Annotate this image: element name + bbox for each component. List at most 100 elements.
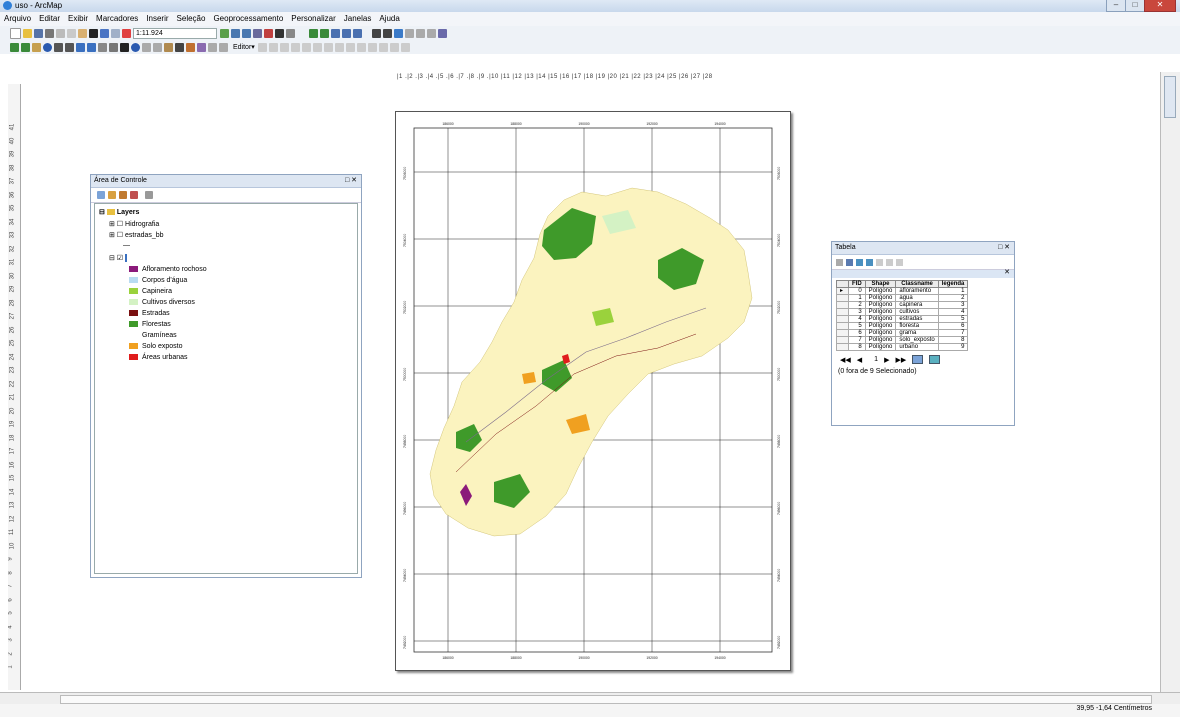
identify-icon[interactable] [131,42,140,52]
table-of-contents-panel[interactable]: Área de Controle □ ✕ ⊟ Layers ⊞ ☐ Hidrog… [90,174,362,578]
legend-item[interactable]: Florestas [129,321,171,328]
legend-item[interactable]: Corpos d'água [129,277,187,284]
editor-toolbar-icon[interactable] [220,28,229,38]
legend-item[interactable]: Áreas urbanas [129,354,188,361]
attributes-icon[interactable] [378,42,388,52]
delete-icon[interactable] [89,28,98,38]
redo-icon[interactable] [111,28,120,38]
close-button[interactable]: ✕ [1144,0,1176,12]
list-by-source-icon[interactable] [108,191,116,199]
menu-ajuda[interactable]: Ajuda [375,12,403,26]
previous-record-button[interactable]: ◀ [857,356,862,364]
table-row[interactable]: 7 Polígono solo_exposto 8 [836,336,969,344]
time-slider-icon[interactable] [208,42,217,52]
column-header-shape[interactable]: Shape [864,280,897,288]
paste-icon[interactable] [78,28,87,38]
print-icon[interactable] [45,28,54,38]
menu-selecao[interactable]: Seleção [173,12,210,26]
scrollbar-thumb[interactable] [60,695,1152,704]
legend-item[interactable]: Solo exposto [129,343,182,350]
next-extent-icon[interactable] [353,28,362,38]
menu-geoprocessamento[interactable]: Geoprocessamento [209,12,287,26]
table-row[interactable]: 6 Polígono grama 7 [836,329,969,337]
table-options-icon[interactable] [836,258,843,266]
hyperlink-icon[interactable] [142,42,151,52]
fixed-zoom-out-icon[interactable] [65,42,74,52]
last-record-button[interactable]: ▶▶ [895,356,906,364]
layer-uso-checkbox[interactable]: ⊟ ☑ [109,254,128,263]
straight-segment-icon[interactable] [279,42,289,52]
maximize-button[interactable]: □ [1125,0,1145,12]
menu-personalizar[interactable]: Personalizar [287,12,339,26]
model-builder-icon[interactable] [286,28,295,38]
row-selector[interactable] [836,315,849,323]
back-icon[interactable] [76,42,85,52]
column-header-classname[interactable]: Classname [895,280,939,288]
menu-inserir[interactable]: Inserir [142,12,172,26]
table-row[interactable]: 2 Polígono capinera 3 [836,301,969,309]
layout-frame-icon[interactable] [438,28,447,38]
row-selector[interactable] [836,329,849,337]
minimize-button[interactable]: – [1106,0,1126,12]
new-document-icon[interactable] [10,27,21,39]
legend-item[interactable]: Gramíneas [129,332,177,339]
edit-annotation-icon[interactable] [268,42,278,52]
close-table-tab-icon[interactable]: ✕ [1004,268,1010,276]
cut-polygons-icon[interactable] [345,42,355,52]
show-all-records-icon[interactable] [912,355,924,364]
toc-window-icon[interactable] [231,28,240,38]
legend-item[interactable]: Afloramento rochoso [129,266,207,273]
row-selector[interactable] [836,343,849,351]
row-selector[interactable] [836,301,849,309]
open-folder-icon[interactable] [23,28,32,38]
editor-menu[interactable]: Editor▾ [233,43,255,51]
tabela-title-bar[interactable]: Tabela □ ✕ [832,242,1014,255]
row-selector[interactable] [836,308,849,316]
table-row[interactable]: 1 Polígono agua 2 [836,294,969,302]
next-record-button[interactable]: ▶ [884,356,889,364]
tabela-window-controls[interactable]: □ ✕ [998,242,1010,254]
edit-vertices-icon[interactable] [323,42,333,52]
split-icon[interactable] [356,42,366,52]
legend-item[interactable]: Capineira [129,288,172,295]
find-icon[interactable] [175,42,184,52]
zoom-to-selected-icon[interactable] [886,258,893,266]
attribute-table-panel[interactable]: Tabela □ ✕ ✕ FID Shape Classname legenda… [831,241,1015,426]
switch-selection-icon[interactable] [866,258,873,266]
zoom-out-icon[interactable] [21,42,30,52]
menu-arquivo[interactable]: Arquivo [0,12,35,26]
menu-marcadores[interactable]: Marcadores [92,12,142,26]
edit-tool-icon[interactable] [257,42,267,52]
layout-page-icon[interactable] [427,28,436,38]
toc-window-controls[interactable]: □ ✕ [345,175,357,187]
undo-icon[interactable] [100,28,109,38]
show-selected-records-icon[interactable] [929,355,941,364]
row-selector[interactable] [836,322,849,330]
table-row[interactable]: ▸ 0 Polígono afloramento 1 [836,287,969,295]
layout-grid-icon[interactable] [372,28,381,38]
toc-title-bar[interactable]: Área de Controle □ ✕ [91,175,361,188]
select-elements-icon[interactable] [120,42,129,52]
legend-item[interactable]: Cultivos diversos [129,299,195,306]
legend-item[interactable]: Estradas [129,310,170,317]
select-features-icon[interactable] [98,42,107,52]
sketch-properties-icon[interactable] [389,42,399,52]
clear-selection-icon[interactable] [109,42,118,52]
end-point-arc-icon[interactable] [290,42,300,52]
zoom-in-icon[interactable] [10,42,19,52]
toolbox-icon[interactable] [264,28,273,38]
reshape-icon[interactable] [334,42,344,52]
trace-icon[interactable] [301,42,311,52]
table-row[interactable]: 5 Polígono floresta 6 [836,322,969,330]
table-row[interactable]: 3 Polígono cultivos 4 [836,308,969,316]
point-icon[interactable] [312,42,322,52]
menu-janelas[interactable]: Janelas [340,12,376,26]
row-selector[interactable]: ▸ [836,287,849,295]
map-page[interactable]: 186000 188000 190000 192000 194000 186000 188… [395,111,791,671]
related-tables-icon[interactable] [846,258,853,266]
find-route-icon[interactable] [186,42,195,52]
current-record-field[interactable]: 1 [874,356,878,363]
full-extent-icon[interactable] [331,28,340,38]
add-data-icon[interactable] [122,28,131,38]
list-by-drawing-order-icon[interactable] [97,191,105,199]
